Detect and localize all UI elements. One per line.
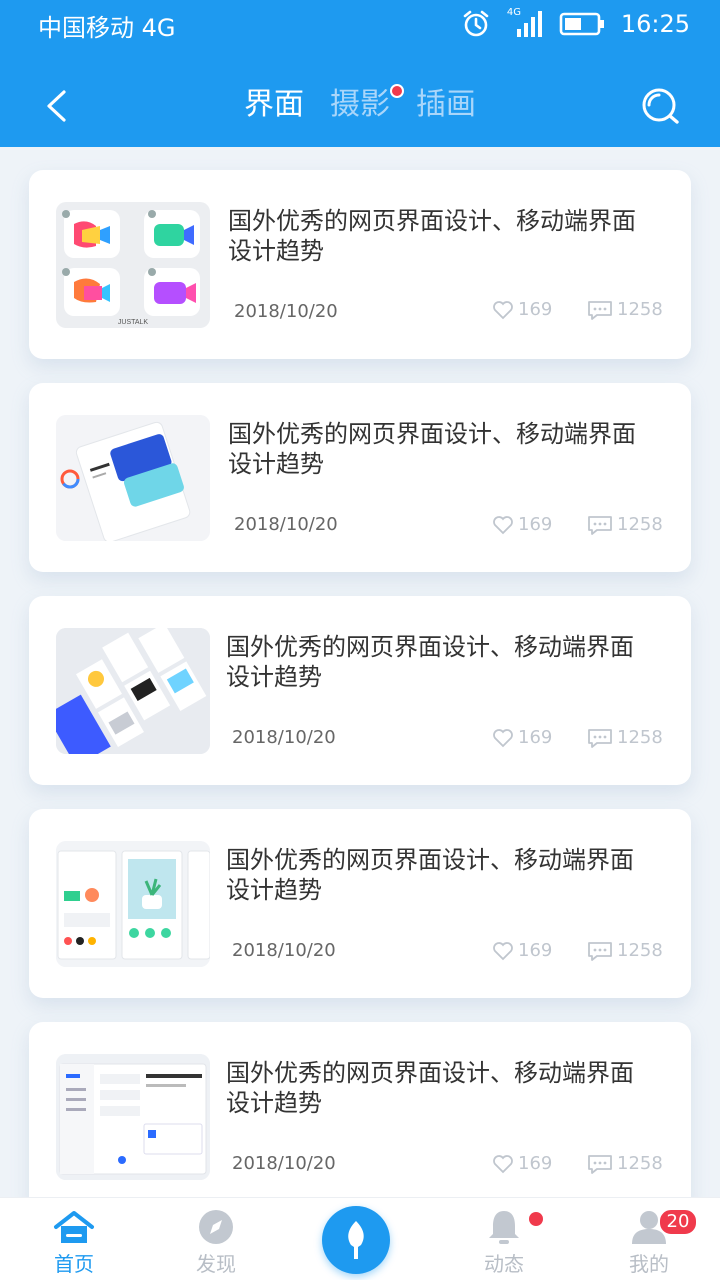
tab-photography[interactable]: 摄影 [330,80,404,130]
clock: 16:25 [620,10,690,38]
article-title[interactable]: 国外优秀的网页界面设计、移动端界面设计趋势 [228,206,648,266]
comment-count-value: 1258 [617,299,663,320]
article-thumbnail: JUSTALK [56,202,210,328]
article-card[interactable]: 国外优秀的网页界面设计、移动端界面设计趋势 2018/10/20 169 125… [29,596,691,785]
like-count[interactable]: 169 [492,1153,552,1174]
comment-count-value: 1258 [617,940,663,961]
article-thumbnail [56,1054,210,1180]
like-count-value: 169 [518,940,553,961]
tab-mine-label: 我的 [629,1252,669,1276]
notification-count-badge: 20 [658,1208,698,1236]
article-thumbnail [56,628,210,754]
comment-count[interactable]: 1258 [587,1153,663,1174]
like-count-value: 169 [518,1153,553,1174]
tab-photography-label: 摄影 [330,87,390,122]
comment-count-value: 1258 [617,514,663,535]
like-count-value: 169 [518,514,553,535]
article-thumbnail [56,415,210,541]
comment-count[interactable]: 1258 [587,514,663,535]
search-icon [642,88,679,124]
comment-count[interactable]: 1258 [587,727,663,748]
heart-icon [493,1154,513,1173]
carrier-label: 中国移动 4G [38,14,176,42]
tab-discover-label: 发现 [196,1252,236,1276]
like-count[interactable]: 169 [492,299,552,320]
compass-icon [199,1210,233,1244]
article-date: 2018/10/20 [234,514,338,535]
tab-discover[interactable]: 发现 [156,1198,276,1280]
article-date: 2018/10/20 [232,1153,336,1174]
tab-interface-label: 界面 [244,87,304,122]
search-button[interactable] [636,82,684,130]
alarm-icon [463,10,489,37]
heart-icon [493,515,513,534]
article-list[interactable]: JUSTALK 国外优秀的网页界面设计、移动端界面设计趋势 2018/10/20… [0,147,720,1197]
status-bar: 中国移动 4G 4G 16:25 [0,0,720,48]
comment-icon [588,300,612,320]
like-count[interactable]: 169 [492,940,552,961]
comment-icon [588,1154,612,1174]
status-icons: 4G 16:25 [461,6,690,42]
signal-icon: 4G [507,7,543,39]
tab-home-label: 首页 [54,1252,94,1276]
app-header: 中国移动 4G 4G 16:25 界面 摄影 插画 [0,0,720,147]
bottom-tab-bar: 首页 发现 动态 我的 20 [0,1197,720,1280]
article-card[interactable]: JUSTALK 国外优秀的网页界面设计、移动端界面设计趋势 2018/10/20… [29,170,691,359]
tab-illustration[interactable]: 插画 [416,80,476,130]
new-content-dot [390,84,404,98]
article-thumbnail [56,841,210,967]
top-navbar: 界面 摄影 插画 [0,60,720,148]
article-card[interactable]: 国外优秀的网页界面设计、移动端界面设计趋势 2018/10/20 169 125… [29,383,691,572]
tab-illustration-label: 插画 [416,87,476,122]
pin-icon [348,1221,364,1259]
article-title[interactable]: 国外优秀的网页界面设计、移动端界面设计趋势 [226,845,646,905]
comment-icon [588,941,612,961]
comment-icon [588,515,612,535]
article-title[interactable]: 国外优秀的网页界面设计、移动端界面设计趋势 [228,419,648,479]
comment-count-value: 1258 [617,727,663,748]
article-date: 2018/10/20 [232,940,336,961]
category-tabs: 界面 摄影 插画 [0,80,720,130]
like-count-value: 169 [518,299,553,320]
heart-icon [493,941,513,960]
home-icon [54,1211,94,1243]
article-card[interactable]: 国外优秀的网页界面设计、移动端界面设计趋势 2018/10/20 169 125… [29,809,691,998]
like-count[interactable]: 169 [492,514,552,535]
article-date: 2018/10/20 [234,301,338,322]
article-title[interactable]: 国外优秀的网页界面设计、移动端界面设计趋势 [226,1058,646,1118]
tab-activity[interactable]: 动态 [444,1198,564,1280]
comment-count[interactable]: 1258 [587,299,663,320]
article-title[interactable]: 国外优秀的网页界面设计、移动端界面设计趋势 [226,632,646,692]
comment-icon [588,728,612,748]
article-date: 2018/10/20 [232,727,336,748]
battery-icon [559,12,604,36]
tab-activity-label: 动态 [484,1252,524,1276]
tab-interface[interactable]: 界面 [244,80,304,130]
like-count[interactable]: 169 [492,727,552,748]
tab-home[interactable]: 首页 [14,1198,134,1280]
comment-count[interactable]: 1258 [587,940,663,961]
thumbnail-caption: JUSTALK [118,319,149,326]
create-button[interactable] [322,1206,390,1274]
heart-icon [493,728,513,747]
like-count-value: 169 [518,727,553,748]
bell-icon [489,1211,519,1244]
comment-count-value: 1258 [617,1153,663,1174]
activity-dot-badge [529,1212,543,1226]
heart-icon [493,300,513,319]
article-card[interactable]: 国外优秀的网页界面设计、移动端界面设计趋势 2018/10/20 169 125… [29,1022,691,1197]
